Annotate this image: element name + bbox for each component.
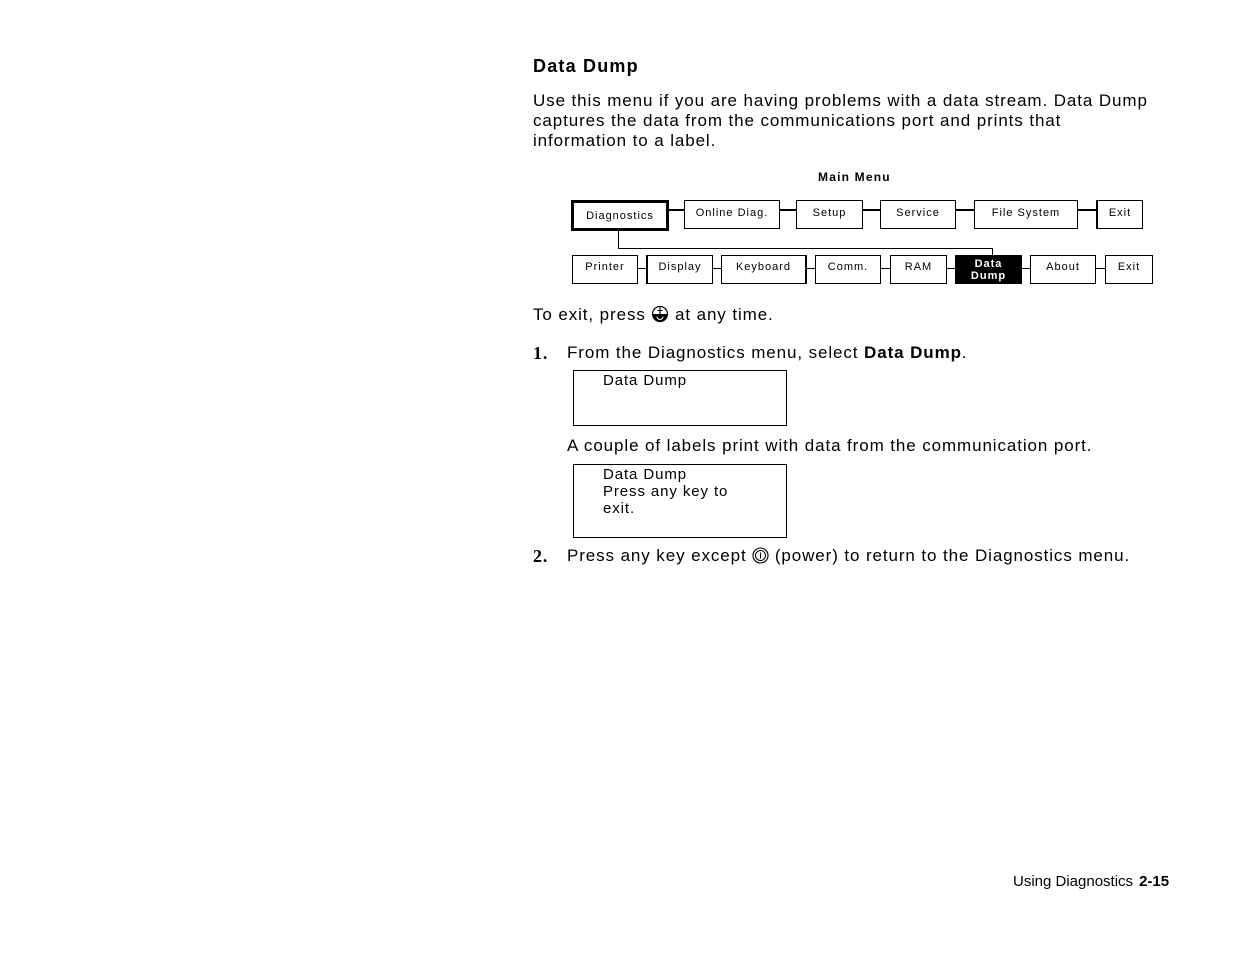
connector xyxy=(1078,209,1096,211)
connector xyxy=(618,248,993,249)
menu-box-data-dump: Data Dump xyxy=(955,255,1022,284)
menu-box-online-diag: Online Diag. xyxy=(684,200,780,229)
connector xyxy=(947,268,955,269)
connector xyxy=(992,248,993,255)
menu-box-service: Service xyxy=(880,200,956,229)
step-1: 1. xyxy=(533,343,548,364)
menu-box-setup: Setup xyxy=(796,200,863,229)
printer-display: Data Dump xyxy=(573,370,787,426)
escape-key-icon xyxy=(651,305,669,328)
connector xyxy=(1022,268,1030,269)
menu-box-file-system: File System xyxy=(974,200,1078,229)
page-footer: Using Diagnostics 2-15 xyxy=(1013,873,1169,890)
connector xyxy=(618,231,619,248)
menu-option-name: Data Dump xyxy=(864,343,962,362)
connector xyxy=(863,209,880,211)
step-2: 2. xyxy=(533,546,548,567)
diagram-title: Main Menu xyxy=(818,170,891,184)
menu-box-exit: Exit xyxy=(1096,200,1143,229)
connector xyxy=(1096,268,1105,269)
menu-box-comm: Comm. xyxy=(815,255,881,284)
menu-box-keyboard: Keyboard xyxy=(721,255,807,284)
printer-display: Data Dump Press any key to exit. xyxy=(573,464,787,538)
step-number: 2. xyxy=(533,546,549,566)
exit-note: To exit, press at any time. xyxy=(533,305,774,328)
connector xyxy=(668,209,684,211)
page-number: 2-15 xyxy=(1139,873,1170,890)
step-number: 1. xyxy=(533,343,549,363)
menu-box-exit: Exit xyxy=(1105,255,1153,284)
section-heading: Data Dump xyxy=(533,56,639,76)
intro-line: Use this menu if you are having problems… xyxy=(533,91,1148,110)
connector xyxy=(881,268,890,269)
connector xyxy=(956,209,974,211)
connector xyxy=(807,268,815,269)
intro-line: information to a label. xyxy=(533,131,717,150)
step-1-text: From the Diagnostics menu, select Data D… xyxy=(567,343,968,362)
menu-box-display: Display xyxy=(646,255,713,284)
intro-line: captures the data from the communication… xyxy=(533,111,1062,130)
step-2-text: Press any key except (power) to return t… xyxy=(567,546,1130,569)
intro-paragraph: Use this menu if you are having problems… xyxy=(533,91,1193,151)
power-key-icon xyxy=(752,547,769,569)
step-1-note: A couple of labels print with data from … xyxy=(567,436,1093,455)
menu-box-printer: Printer xyxy=(572,255,638,284)
menu-box-about: About xyxy=(1030,255,1096,284)
menu-box-ram: RAM xyxy=(890,255,947,284)
menu-box-diagnostics: Diagnostics xyxy=(571,200,669,231)
connector xyxy=(779,209,796,211)
chapter-title: Using Diagnostics xyxy=(1013,873,1134,890)
